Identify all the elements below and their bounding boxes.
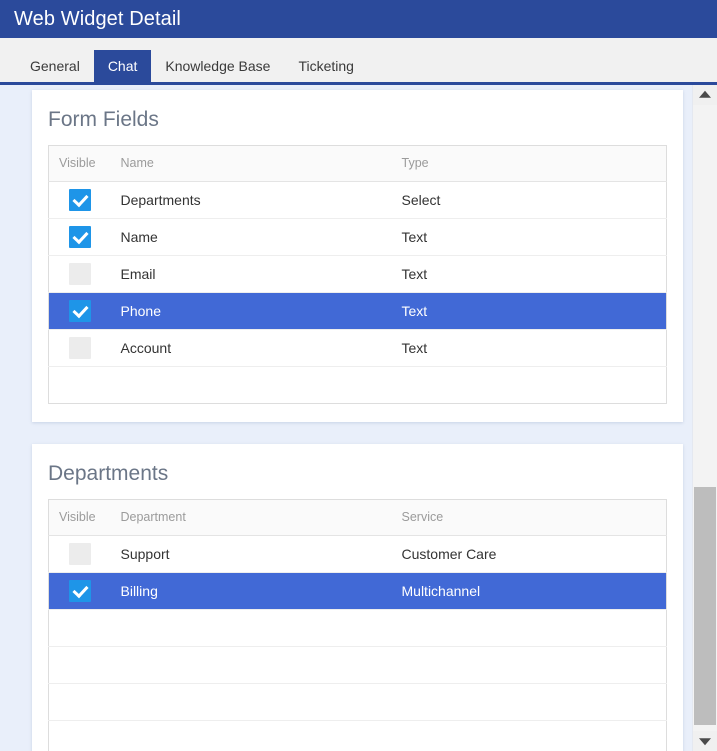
- cell-name: Phone: [120, 303, 161, 320]
- cell-type: Text: [401, 266, 428, 283]
- cell-empty: [392, 610, 667, 647]
- triangle-up-icon: [699, 90, 711, 98]
- column-header-service[interactable]: Service: [391, 499, 667, 537]
- table-header-row: Visible Department Service: [48, 499, 667, 537]
- card-departments: Departments Visible Department Service Suppo…: [32, 444, 683, 751]
- tab-general[interactable]: General: [16, 50, 94, 82]
- table-row-empty[interactable]: [48, 610, 667, 647]
- vertical-scrollbar[interactable]: [692, 85, 717, 751]
- cell-name: Email: [120, 266, 156, 283]
- cell-empty: [49, 367, 111, 404]
- scroll-content: Form Fields Visible Name Type Departments Sel…: [0, 85, 692, 751]
- page-title: Web Widget Detail: [14, 8, 181, 30]
- cell-empty: [392, 684, 667, 721]
- column-header-name[interactable]: Name: [110, 145, 392, 183]
- cell-name: Name: [120, 229, 158, 246]
- checkbox-checked-icon[interactable]: [69, 189, 91, 212]
- table-header-row: Visible Name Type: [48, 145, 667, 183]
- table-row[interactable]: Support Customer Care: [48, 536, 667, 573]
- checkbox-unchecked-icon[interactable]: [69, 337, 91, 360]
- window-title-bar: Web Widget Detail: [0, 0, 717, 38]
- scrollbar-thumb[interactable]: [694, 487, 716, 725]
- triangle-down-icon: [699, 738, 711, 746]
- tab-chat[interactable]: Chat: [93, 50, 152, 82]
- cell-empty: [49, 684, 111, 721]
- data-grid: Visible Name Type Departments Select Name Text…: [48, 145, 667, 405]
- cell-visible: [49, 293, 111, 330]
- cell-visible: [49, 573, 111, 610]
- web-widget-detail-window: Web Widget Detail General Chat Knowledge B…: [0, 0, 717, 751]
- scroll-down-button[interactable]: [693, 731, 717, 751]
- table-row[interactable]: Departments Select: [48, 182, 667, 219]
- cell-empty: [49, 721, 111, 751]
- checkbox-checked-icon[interactable]: [69, 226, 91, 249]
- tab-knowledge-base[interactable]: Knowledge Base: [151, 50, 284, 82]
- cell-name: Departments: [120, 192, 201, 209]
- checkbox-unchecked-icon[interactable]: [69, 543, 91, 566]
- cell-empty: [111, 684, 392, 721]
- cell-name: Support: [120, 546, 170, 563]
- table-row-empty[interactable]: [48, 684, 667, 721]
- checkbox-checked-icon[interactable]: [69, 300, 91, 323]
- cell-type: Multichannel: [401, 583, 481, 600]
- cell-visible: [49, 330, 111, 367]
- card-form-fields: Form Fields Visible Name Type Departments Sel…: [32, 90, 683, 423]
- cell-type: Select: [401, 192, 441, 209]
- checkbox-checked-icon[interactable]: [69, 580, 91, 603]
- column-header-visible[interactable]: Visible: [48, 145, 111, 183]
- table-row[interactable]: Billing Multichannel: [48, 572, 667, 610]
- cell-visible: [49, 536, 111, 573]
- table-row[interactable]: Phone Text: [48, 292, 667, 330]
- section-title: Form Fields: [48, 108, 159, 131]
- content-viewport: Form Fields Visible Name Type Departments Sel…: [0, 85, 692, 751]
- table-row[interactable]: Name Text: [48, 219, 667, 256]
- table-row[interactable]: Email Text: [48, 256, 667, 293]
- cell-empty: [111, 610, 392, 647]
- cell-visible: [49, 219, 111, 256]
- cell-empty: [49, 647, 111, 684]
- checkbox-unchecked-icon[interactable]: [69, 263, 91, 286]
- tab-label: General: [30, 58, 80, 74]
- cell-type: Customer Care: [401, 546, 497, 563]
- scroll-up-button[interactable]: [693, 85, 717, 105]
- column-header-type[interactable]: Type: [391, 145, 667, 183]
- table-row-empty[interactable]: [49, 367, 667, 404]
- tab-label: Knowledge Base: [165, 58, 271, 74]
- cell-empty: [392, 367, 667, 404]
- tab-ticketing[interactable]: Ticketing: [284, 50, 368, 82]
- column-header-department[interactable]: Department: [110, 499, 392, 537]
- cell-type: Text: [401, 303, 428, 320]
- section-title: Departments: [48, 462, 169, 486]
- table-row-empty[interactable]: [49, 721, 667, 751]
- cell-type: Text: [401, 340, 428, 357]
- data-grid: Visible Department Service Support Customer …: [48, 499, 667, 751]
- cell-name: Billing: [120, 583, 158, 600]
- cell-empty: [392, 721, 667, 751]
- column-header-visible[interactable]: Visible: [48, 499, 111, 537]
- cell-name: Account: [120, 340, 172, 357]
- cell-empty: [392, 647, 667, 684]
- table-row[interactable]: Account Text: [48, 330, 667, 367]
- tab-label: Chat: [107, 58, 138, 74]
- table-row-empty[interactable]: [48, 647, 667, 684]
- cell-visible: [49, 256, 111, 293]
- cell-visible: [49, 182, 111, 219]
- tab-label: Ticketing: [298, 58, 354, 74]
- cell-empty: [49, 610, 111, 647]
- cell-empty: [111, 367, 392, 404]
- cell-empty: [111, 721, 392, 751]
- cell-type: Text: [401, 229, 428, 246]
- tab-bar: General Chat Knowledge Base Ticketing: [0, 38, 717, 85]
- scrollbar-track[interactable]: [693, 105, 717, 731]
- cell-empty: [111, 647, 392, 684]
